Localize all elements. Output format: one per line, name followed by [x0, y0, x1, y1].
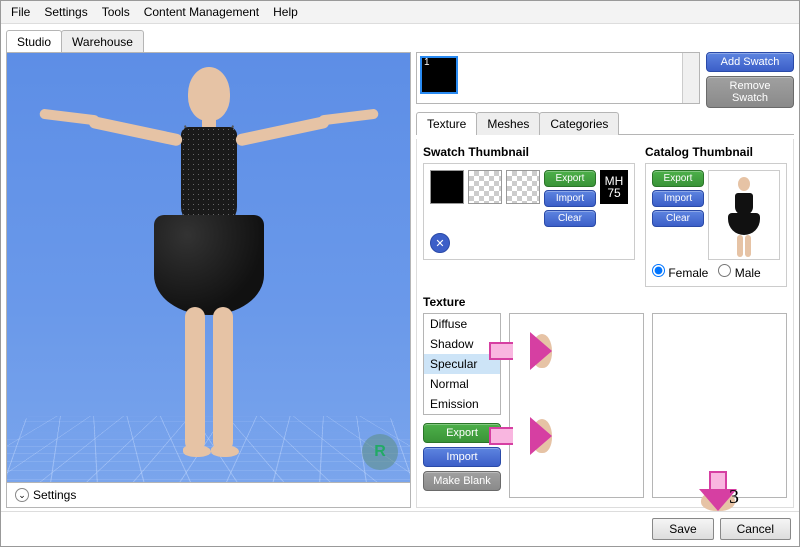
tab-meshes[interactable]: Meshes — [476, 112, 540, 135]
main-tabs: Studio Warehouse — [1, 24, 799, 53]
close-icon[interactable]: ✕ — [430, 233, 450, 253]
texture-item-normal[interactable]: Normal — [424, 374, 500, 394]
menu-help[interactable]: Help — [273, 5, 298, 19]
dialog-buttons: Save Cancel — [1, 511, 799, 546]
tab-studio[interactable]: Studio — [6, 30, 62, 53]
catalog-preview[interactable] — [708, 170, 780, 260]
swatch-list[interactable]: 1 — [416, 52, 700, 104]
catalog-import-button[interactable]: Import — [652, 190, 704, 207]
tab-texture[interactable]: Texture — [416, 112, 477, 135]
menu-content-management[interactable]: Content Management — [144, 5, 259, 19]
gender-female-radio[interactable]: Female — [652, 264, 708, 280]
texture-item-diffuse[interactable]: Diffuse — [424, 314, 500, 334]
texture-export-button[interactable]: Export — [423, 423, 501, 443]
tab-warehouse[interactable]: Warehouse — [61, 30, 144, 53]
menu-tools[interactable]: Tools — [102, 5, 130, 19]
menu-settings[interactable]: Settings — [44, 5, 87, 19]
texture-item-shadow[interactable]: Shadow — [424, 334, 500, 354]
texture-item-specular[interactable]: Specular — [424, 354, 500, 374]
mannequin-preview — [79, 67, 339, 467]
swatch-thumb-alpha2[interactable] — [506, 170, 540, 204]
texture-heading: Texture — [423, 295, 787, 309]
annotation-label-3: 3 — [729, 486, 739, 509]
detail-tabs: Texture Meshes Categories — [416, 112, 794, 135]
swatch-clear-button[interactable]: Clear — [544, 210, 596, 227]
add-swatch-button[interactable]: Add Swatch — [706, 52, 794, 72]
swatch-item-1[interactable]: 1 — [420, 56, 458, 94]
rotate-gizmo[interactable]: R — [362, 434, 398, 470]
swatch-number: 1 — [424, 57, 430, 68]
swatch-thumb-main[interactable] — [430, 170, 464, 204]
catalog-export-button[interactable]: Export — [652, 170, 704, 187]
gender-male-radio[interactable]: Male — [718, 264, 760, 280]
texture-type-list: Diffuse Shadow Specular Normal Emission — [423, 313, 501, 415]
swatch-import-button[interactable]: Import — [544, 190, 596, 207]
viewport-settings-toggle[interactable]: ⌄ Settings — [6, 483, 411, 508]
catalog-thumbnail-heading: Catalog Thumbnail — [645, 145, 787, 159]
chevron-down-icon: ⌄ — [15, 488, 29, 502]
remove-swatch-button[interactable]: Remove Swatch — [706, 76, 794, 108]
cancel-button[interactable]: Cancel — [720, 518, 791, 540]
swatch-thumbnail-heading: Swatch Thumbnail — [423, 145, 635, 159]
texture-preview-2[interactable] — [652, 313, 787, 498]
swatch-export-button[interactable]: Export — [544, 170, 596, 187]
3d-viewport[interactable]: R — [6, 52, 411, 483]
texture-make-blank-button[interactable]: Make Blank — [423, 471, 501, 491]
texture-import-button[interactable]: Import — [423, 447, 501, 467]
catalog-clear-button[interactable]: Clear — [652, 210, 704, 227]
menu-file[interactable]: File — [11, 5, 30, 19]
texture-preview-1[interactable] — [509, 313, 644, 498]
menubar: File Settings Tools Content Management H… — [1, 1, 799, 24]
swatch-thumb-alpha1[interactable] — [468, 170, 502, 204]
texture-item-emission[interactable]: Emission — [424, 394, 500, 414]
save-button[interactable]: Save — [652, 518, 713, 540]
tab-categories[interactable]: Categories — [539, 112, 619, 135]
viewport-settings-label: Settings — [33, 488, 76, 502]
mh75-badge: MH75 — [600, 170, 628, 204]
